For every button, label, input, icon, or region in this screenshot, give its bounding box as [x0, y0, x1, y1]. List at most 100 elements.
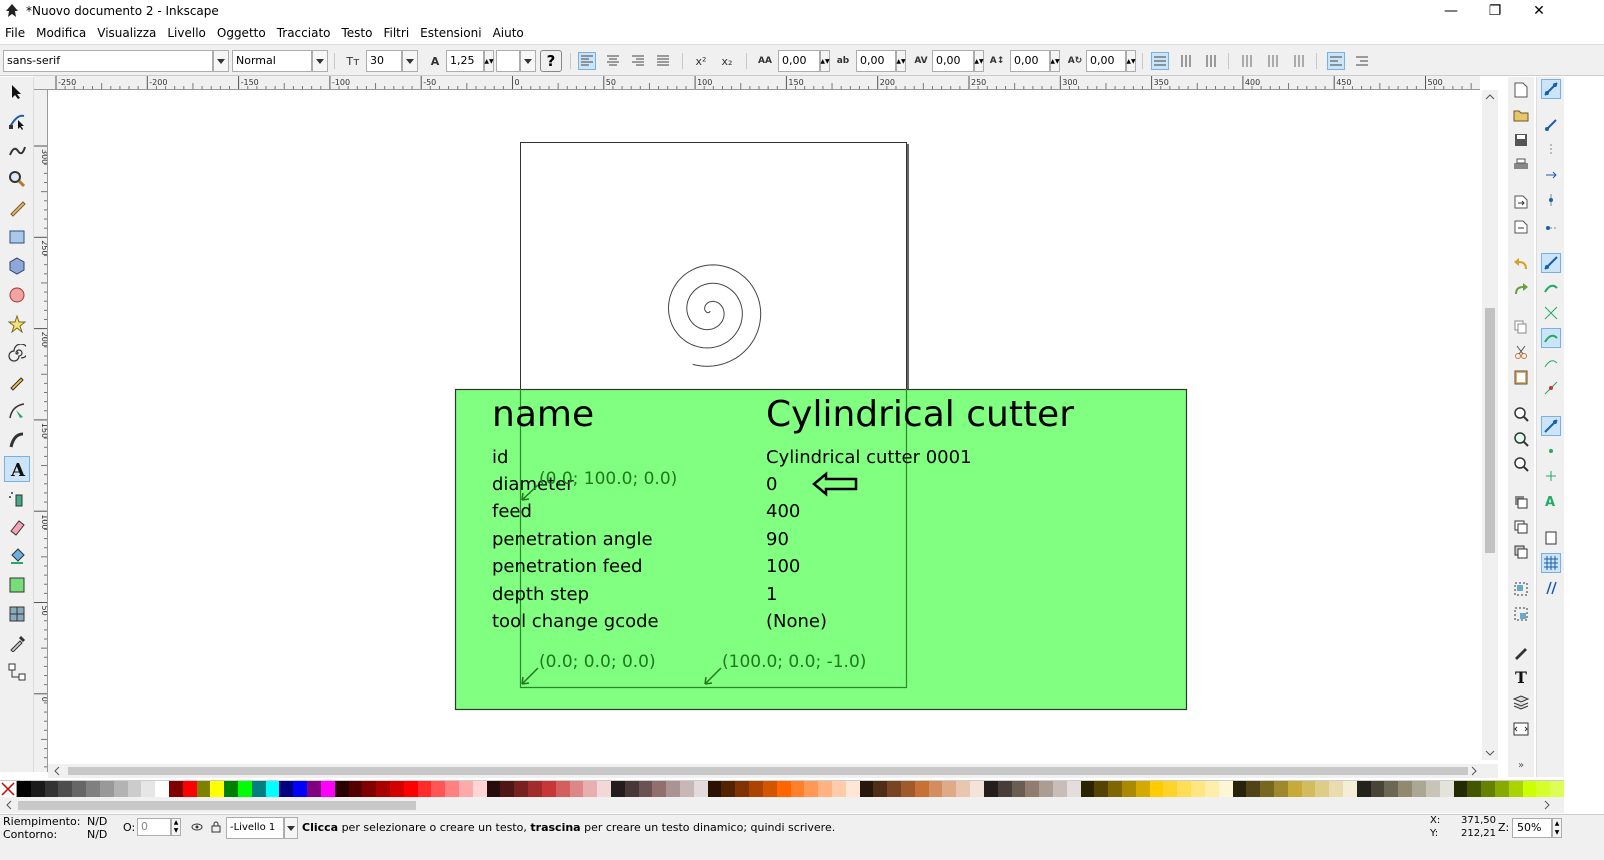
color-swatch[interactable] — [1412, 781, 1426, 797]
menu-tracciato[interactable]: Tracciato — [272, 26, 336, 40]
color-swatch[interactable] — [680, 781, 694, 797]
color-swatch[interactable] — [597, 781, 611, 797]
dropper-tool[interactable] — [4, 630, 30, 656]
color-swatch[interactable] — [831, 781, 846, 797]
align-left-button[interactable] — [578, 52, 596, 70]
color-swatch[interactable] — [762, 781, 777, 797]
color-swatch[interactable] — [334, 781, 349, 797]
vertical-shift-field[interactable]: 0,00 — [1010, 50, 1050, 72]
card-row-key[interactable]: penetration angle — [492, 529, 653, 550]
color-swatch[interactable] — [320, 781, 335, 797]
kerning-field[interactable]: 0,00 — [932, 50, 974, 72]
save-button[interactable] — [1512, 131, 1530, 149]
vertical-shift-spinner[interactable]: ▲▼ — [1050, 50, 1060, 72]
font-family-dropdown[interactable] — [213, 50, 229, 72]
color-swatch[interactable] — [403, 781, 418, 797]
align-center-button[interactable] — [604, 52, 622, 70]
clone-button[interactable] — [1512, 518, 1530, 536]
color-swatch[interactable] — [445, 781, 459, 797]
horizontal-scrollbar[interactable] — [48, 764, 1498, 778]
rectangle-tool[interactable] — [4, 224, 30, 250]
color-swatch[interactable] — [472, 781, 487, 797]
color-swatch[interactable] — [1494, 781, 1509, 797]
opacity-spinner[interactable]: ▲ ▼ — [171, 818, 181, 836]
color-swatch[interactable] — [155, 781, 169, 797]
menu-aiuto[interactable]: Aiuto — [488, 26, 529, 40]
snap-line-midpoints-button[interactable] — [1541, 378, 1561, 398]
color-swatch[interactable] — [693, 781, 708, 797]
card-row-value[interactable]: 0 — [766, 474, 777, 495]
color-swatch[interactable] — [127, 781, 142, 797]
vertical-rl-button[interactable] — [1177, 52, 1195, 70]
text-tool[interactable]: A — [4, 456, 30, 482]
align-right-button[interactable] — [629, 52, 647, 70]
color-swatch[interactable] — [652, 781, 667, 797]
color-swatch[interactable] — [389, 781, 404, 797]
color-swatch[interactable] — [1273, 781, 1288, 797]
drawing-canvas[interactable]: name Cylindrical cutter id Cylindrical c… — [48, 90, 1480, 766]
word-spacing-spinner[interactable]: ▲▼ — [896, 50, 906, 72]
card-row-value[interactable]: 400 — [766, 501, 800, 522]
card-title-value[interactable]: Cylindrical cutter — [766, 394, 1074, 435]
letter-spacing-field[interactable]: 0,00 — [778, 50, 820, 72]
color-swatch[interactable] — [1453, 781, 1468, 797]
color-swatch[interactable] — [790, 781, 805, 797]
color-swatch[interactable] — [749, 781, 763, 797]
color-swatch[interactable] — [72, 781, 87, 797]
font-style-dropdown[interactable] — [312, 50, 328, 72]
snap-text-baseline-button[interactable]: A — [1541, 491, 1561, 511]
eye-icon[interactable] — [191, 822, 203, 832]
duplicate-button[interactable] — [1512, 493, 1530, 511]
color-swatch[interactable] — [1343, 781, 1357, 797]
color-swatch[interactable] — [1398, 781, 1413, 797]
line-height-spinner[interactable]: ▲▼ — [484, 50, 494, 72]
zoom-tool[interactable] — [4, 166, 30, 192]
card-row-key[interactable]: depth step — [492, 584, 589, 605]
group-button[interactable] — [1512, 580, 1530, 598]
color-swatch[interactable] — [707, 781, 722, 797]
card-row-key[interactable]: id — [492, 447, 508, 468]
snap-cusp-nodes-button[interactable] — [1541, 328, 1561, 348]
star-tool[interactable] — [4, 311, 30, 337]
rotation-field[interactable]: 0,00 — [1086, 50, 1126, 72]
color-swatch[interactable] — [1508, 781, 1523, 797]
color-swatch[interactable] — [735, 781, 750, 797]
menu-oggetto[interactable]: Oggetto — [212, 26, 271, 40]
layers-button[interactable] — [1512, 693, 1530, 711]
coord-label-bottom-right[interactable]: (100.0; 0.0; -1.0) — [722, 652, 866, 672]
snap-intersections-button[interactable] — [1541, 303, 1561, 323]
color-swatch[interactable] — [265, 781, 280, 797]
color-swatch[interactable] — [1356, 781, 1371, 797]
color-swatch[interactable] — [555, 781, 570, 797]
unlink-clone-button[interactable] — [1512, 543, 1530, 561]
snap-rotation-center-button[interactable] — [1541, 466, 1561, 486]
layer-dropdown-arrow[interactable] — [284, 817, 298, 839]
color-swatch[interactable] — [914, 781, 929, 797]
orientation-sideways-button[interactable] — [1290, 52, 1308, 70]
selector-tool[interactable] — [4, 79, 30, 105]
color-swatch[interactable] — [348, 781, 363, 797]
paint-bucket-tool[interactable] — [4, 543, 30, 569]
color-swatch[interactable] — [1232, 781, 1247, 797]
snap-grid-button[interactable] — [1541, 553, 1561, 573]
font-size-dropdown[interactable] — [402, 50, 418, 72]
zoom-field[interactable]: 50% — [1512, 818, 1552, 838]
color-swatch[interactable] — [238, 781, 252, 797]
color-swatch[interactable] — [86, 781, 100, 797]
color-swatch[interactable] — [1246, 781, 1261, 797]
color-swatch[interactable] — [99, 781, 114, 797]
color-swatch[interactable] — [887, 781, 901, 797]
color-swatch[interactable] — [610, 781, 625, 797]
color-swatch[interactable] — [1108, 781, 1122, 797]
ungroup-button[interactable] — [1512, 605, 1530, 623]
color-swatch[interactable] — [1301, 781, 1316, 797]
close-button[interactable]: ✕ — [1516, 0, 1562, 22]
color-swatch[interactable] — [624, 781, 639, 797]
color-swatch[interactable] — [17, 781, 31, 797]
color-swatch[interactable] — [500, 781, 515, 797]
opacity-field[interactable]: 0 — [137, 818, 171, 836]
color-swatch[interactable] — [1163, 781, 1178, 797]
snap-smooth-nodes-button[interactable] — [1541, 353, 1561, 373]
font-size-field[interactable]: 30 — [366, 50, 402, 72]
card-row-value[interactable]: (None) — [766, 611, 827, 632]
